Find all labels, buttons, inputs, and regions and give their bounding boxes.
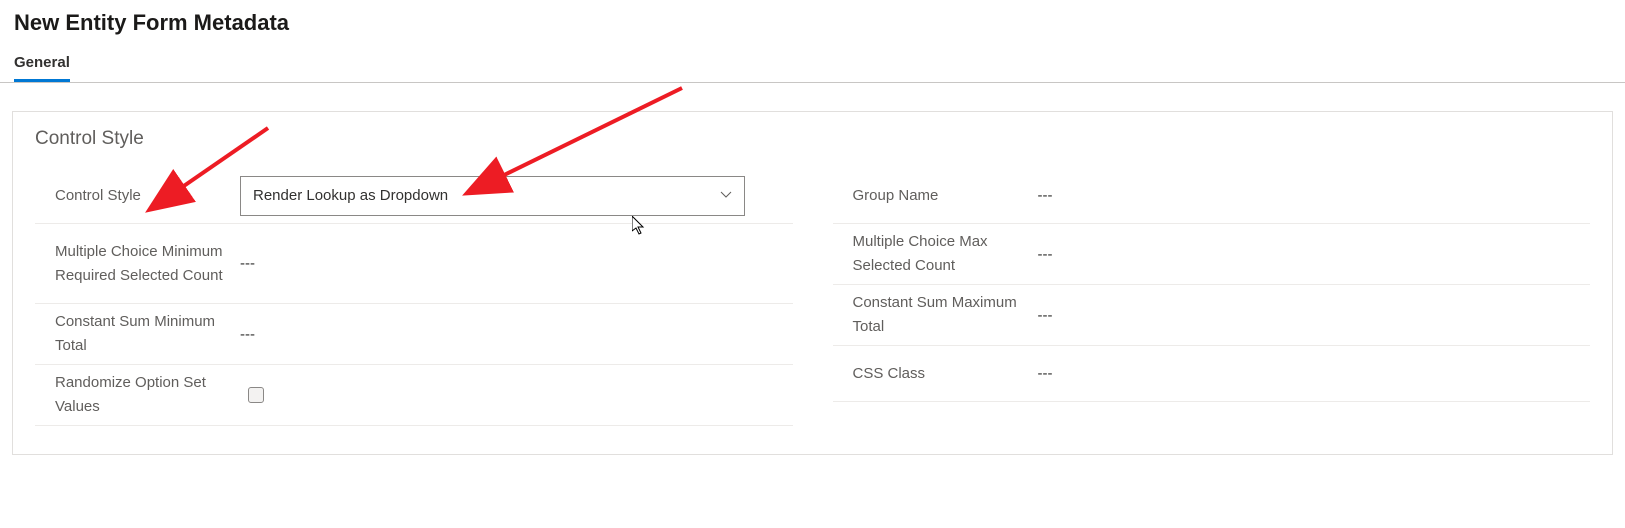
randomize-checkbox[interactable]	[248, 387, 264, 403]
right-column: Group Name --- Multiple Choice Max Selec…	[833, 168, 1591, 426]
css-class-label: CSS Class	[833, 362, 1038, 386]
control-style-label: Control Style	[35, 184, 240, 208]
constant-sum-min-label: Constant Sum Minimum Total	[35, 310, 240, 358]
chevron-down-icon	[720, 187, 732, 204]
randomize-label: Randomize Option Set Values	[35, 371, 240, 419]
control-style-section: Control Style Control Style Render Looku…	[12, 111, 1613, 455]
css-class-value[interactable]: ---	[1038, 365, 1053, 382]
constant-sum-max-label: Constant Sum Maximum Total	[833, 291, 1038, 339]
control-style-dropdown[interactable]: Render Lookup as Dropdown	[240, 176, 745, 216]
constant-sum-max-row: Constant Sum Maximum Total ---	[833, 285, 1591, 346]
control-style-selected: Render Lookup as Dropdown	[253, 187, 448, 204]
page-title: New Entity Form Metadata	[0, 0, 1625, 36]
group-name-label: Group Name	[833, 184, 1038, 208]
constant-sum-min-value[interactable]: ---	[240, 326, 255, 343]
multiple-choice-min-row: Multiple Choice Minimum Required Selecte…	[35, 224, 793, 304]
multiple-choice-max-row: Multiple Choice Max Selected Count ---	[833, 224, 1591, 285]
group-name-value[interactable]: ---	[1038, 187, 1053, 204]
css-class-row: CSS Class ---	[833, 346, 1591, 402]
multiple-choice-max-value[interactable]: ---	[1038, 246, 1053, 263]
tab-general[interactable]: General	[14, 54, 70, 82]
multiple-choice-max-label: Multiple Choice Max Selected Count	[833, 230, 1038, 278]
randomize-row: Randomize Option Set Values	[35, 365, 793, 426]
multiple-choice-min-label: Multiple Choice Minimum Required Selecte…	[35, 240, 240, 288]
section-title: Control Style	[35, 128, 1590, 150]
constant-sum-max-value[interactable]: ---	[1038, 307, 1053, 324]
group-name-row: Group Name ---	[833, 168, 1591, 224]
left-column: Control Style Render Lookup as Dropdown …	[35, 168, 793, 426]
control-style-row: Control Style Render Lookup as Dropdown	[35, 168, 793, 224]
field-columns: Control Style Render Lookup as Dropdown …	[35, 168, 1590, 426]
constant-sum-min-row: Constant Sum Minimum Total ---	[35, 304, 793, 365]
multiple-choice-min-value[interactable]: ---	[240, 255, 255, 272]
tab-strip: General	[0, 36, 1625, 83]
